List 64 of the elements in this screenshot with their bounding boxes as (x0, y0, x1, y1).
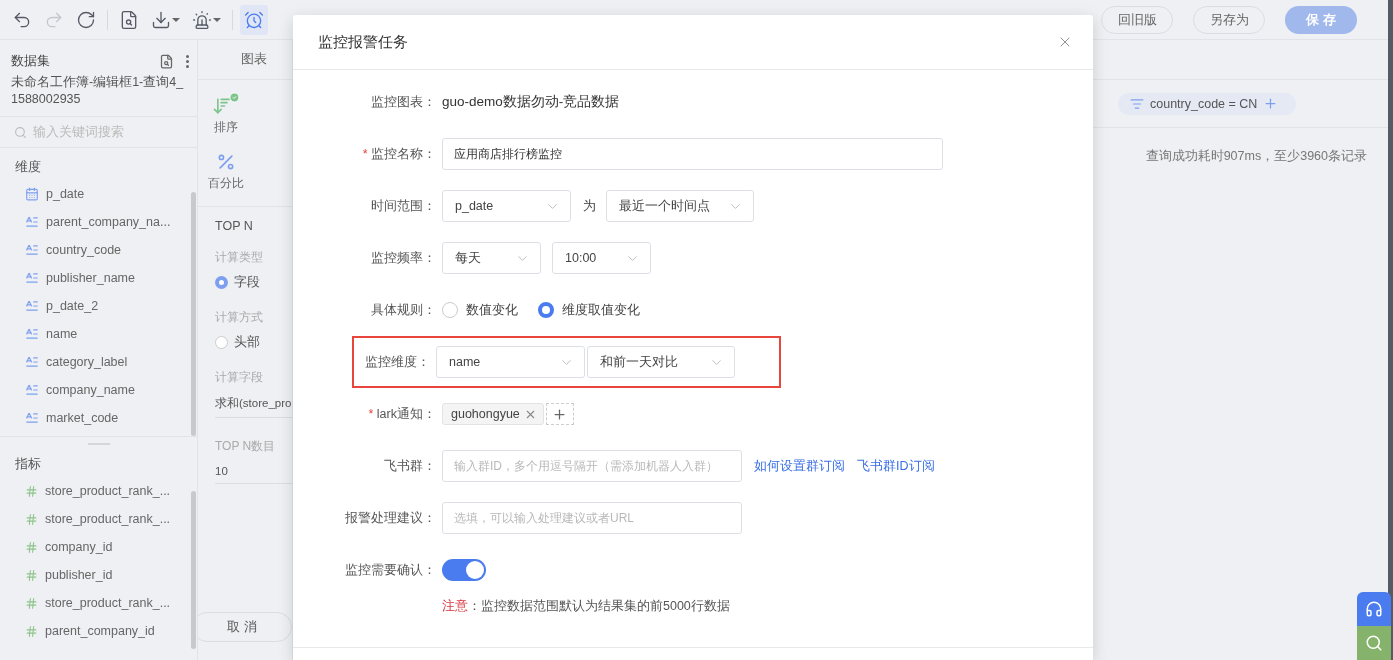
radio-option[interactable]: 维度取值变化 (538, 301, 640, 319)
field-item[interactable]: p_date_2 (0, 292, 191, 320)
field-item[interactable]: name (0, 320, 191, 348)
field-item[interactable]: market_code (0, 404, 191, 432)
input-field[interactable]: 应用商店排行榜监控 (442, 138, 943, 170)
form-label: 监控维度： (364, 353, 431, 371)
form-label: 监控需要确认： (344, 561, 437, 579)
select-field[interactable]: name (436, 346, 585, 378)
select-field[interactable]: 最近一个时间点 (606, 190, 754, 222)
select-field[interactable]: p_date (442, 190, 571, 222)
panel-title: 数据集 (11, 52, 51, 70)
field-item[interactable]: store_product_rank_... (0, 589, 191, 617)
form-label: 具体规则： (370, 301, 437, 319)
chart-tab[interactable]: 图表 (198, 40, 292, 80)
radio-option[interactable]: 数值变化 (442, 301, 518, 319)
select-field[interactable]: 和前一天对比 (587, 346, 735, 378)
radio-option[interactable]: 字段 (215, 274, 292, 291)
field-item[interactable]: p_date (0, 180, 191, 208)
field-label: 计算方式 (215, 309, 264, 326)
dialog-title: 监控报警任务 (318, 32, 409, 52)
header-button[interactable]: 另存为 (1193, 5, 1265, 34)
dataset-name: 未命名工作簿-编辑框1-查询4_1588002935 (0, 74, 197, 117)
field-label: 计算类型 (215, 249, 264, 266)
section-title: 指标 (14, 455, 42, 473)
field-item[interactable]: parent_company_na... (0, 208, 191, 236)
form-label: 监控频率： (370, 249, 437, 267)
form-label: 报警处理建议： (344, 509, 437, 527)
field-item[interactable]: publisher_id (0, 561, 191, 589)
field-item[interactable]: country_code (0, 236, 191, 264)
form-label: 时间范围： (370, 197, 437, 215)
field-label: TOP N数目 (215, 438, 277, 455)
recipient-tag: guohongyue (442, 403, 544, 425)
form-label: * lark通知： (367, 405, 437, 423)
field-value[interactable]: 求和(store_pro (215, 394, 292, 418)
form-label: 飞书群： (383, 457, 437, 475)
input-field[interactable]: 输入群ID，多个用逗号隔开（需添加机器人入群） (442, 450, 742, 482)
tool-button[interactable]: 百分比 (198, 152, 254, 192)
select-field[interactable]: 每天 (442, 242, 541, 274)
field-item[interactable]: publisher_name (0, 264, 191, 292)
input-field[interactable]: 选填，可以输入处理建议或者URL (442, 502, 742, 534)
help-link[interactable]: 如何设置群订阅 (754, 457, 845, 475)
field-value[interactable]: 10 (215, 463, 292, 484)
field-item[interactable]: category_label (0, 348, 191, 376)
joiner-text: 为 (583, 197, 596, 215)
radio-option[interactable]: 头部 (215, 334, 292, 351)
help-link[interactable]: 飞书群ID订阅 (857, 457, 935, 475)
cancel-button[interactable]: 取 消 (198, 612, 292, 642)
query-status: 查询成功耗时907ms，至少3960条记录 (1144, 148, 1368, 165)
filter-chip[interactable]: country_code = CN (1118, 92, 1296, 115)
form-label: * 监控名称： (361, 145, 437, 163)
field-item[interactable]: store_product_rank_... (0, 477, 191, 505)
section-title: TOP N (215, 219, 254, 233)
field-item[interactable]: store_product_rank_... (0, 505, 191, 533)
chart-name: guo-demo数据勿动-竞品数据 (442, 93, 620, 111)
field-label: 计算字段 (215, 369, 264, 386)
section-title: 维度 (14, 158, 42, 176)
form-label: 监控图表： (370, 93, 437, 111)
tool-button[interactable]: 排序 (198, 92, 254, 136)
notice-text: 注意：监控数据范围默认为结果集的前5000行数据 (441, 598, 731, 615)
field-item[interactable]: company_id (0, 533, 191, 561)
select-field[interactable]: 10:00 (552, 242, 651, 274)
field-item[interactable]: parent_company_id (0, 617, 191, 645)
header-button[interactable]: 回旧版 (1101, 5, 1173, 34)
field-item[interactable]: company_name (0, 376, 191, 404)
